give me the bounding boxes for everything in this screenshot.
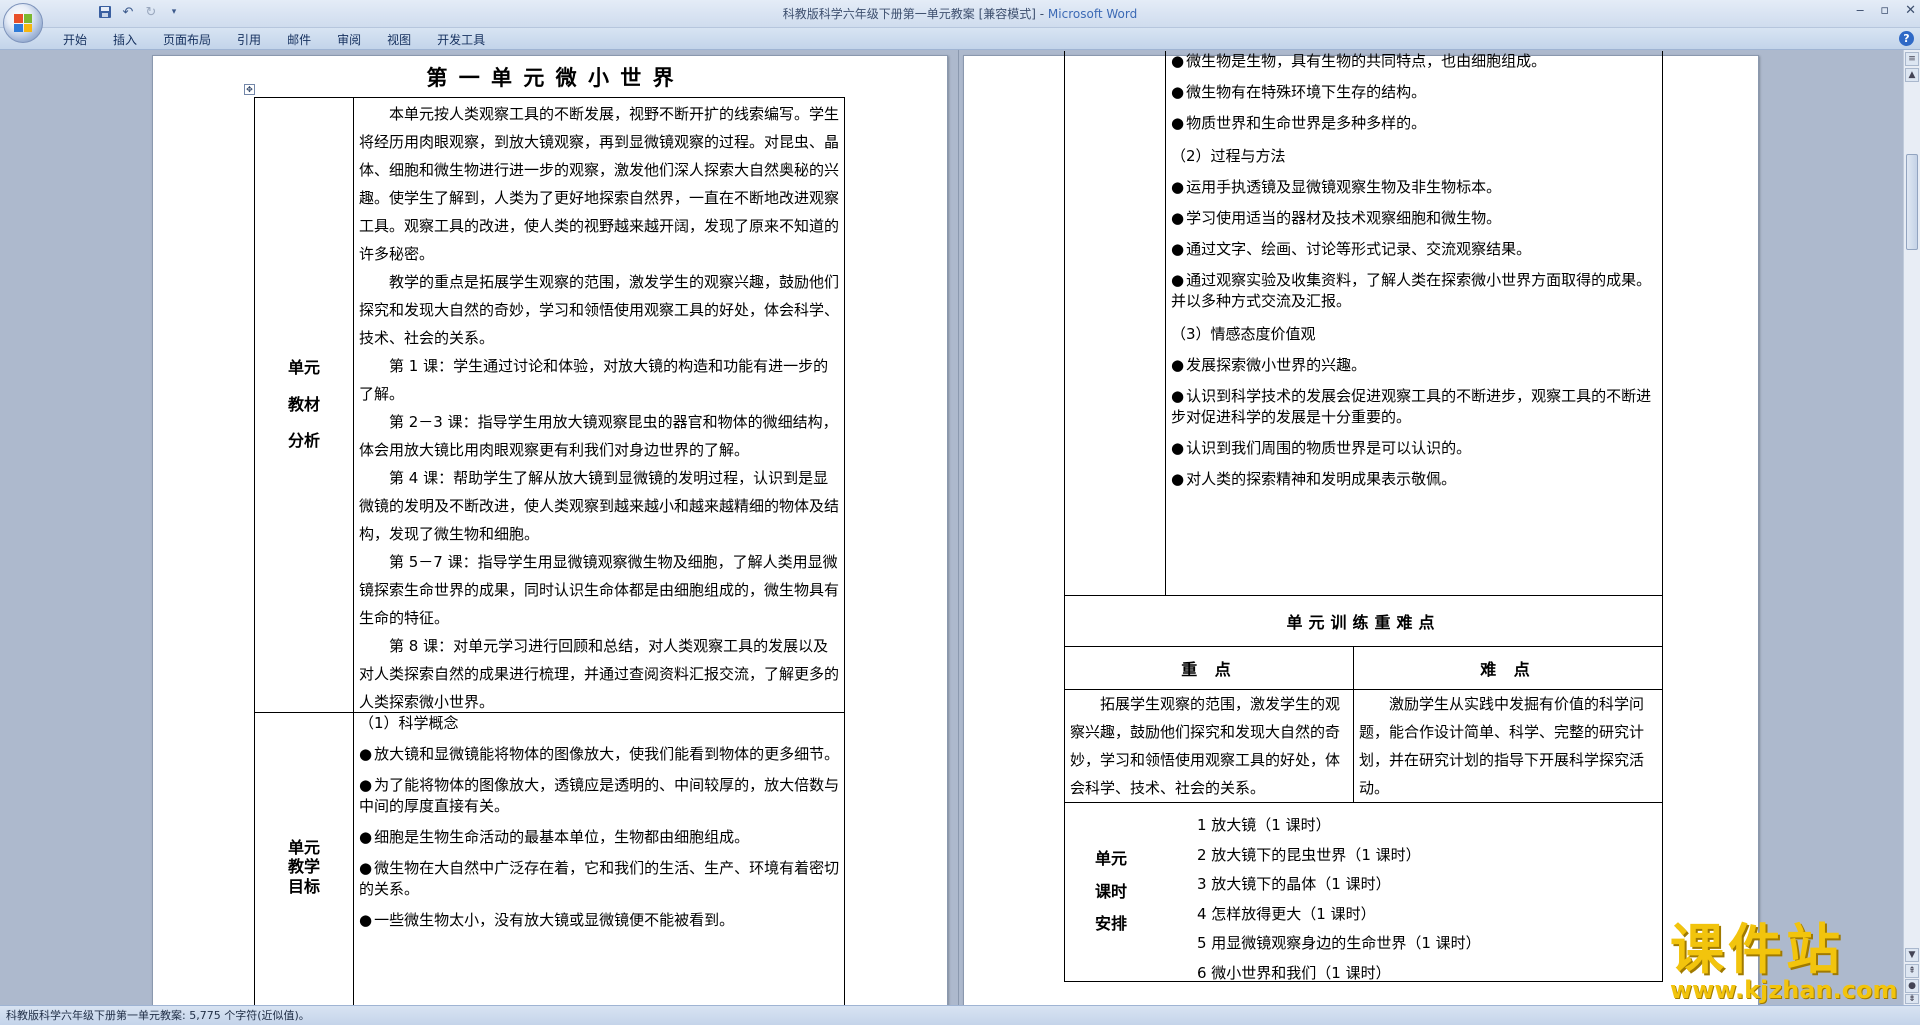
goals-section-heading: （3）情感态度价值观 (1171, 325, 1316, 343)
title-bar: ↶ ↻ ▾ 科教版科学六年级下册第一单元教案 [兼容模式] - Microsof… (0, 0, 1920, 28)
goal-bullet: 微生物是生物，具有生物的共同特点，也由细胞组成。 (1171, 51, 1659, 72)
tab-home[interactable]: 开始 (50, 31, 100, 49)
goal-bullet: 学习使用适当的器材及技术观察细胞和微生物。 (1171, 208, 1659, 229)
schedule-item: 5 用显微镜观察身边的生命世界（1 课时） (1197, 934, 1481, 952)
analysis-paragraph: 第 5－7 课：指导学生用显微镜观察微生物及细胞，了解人类用显微镜探索生命世界的… (359, 553, 840, 627)
goal-bullet: 为了能将物体的图像放大，透镜应是透明的、中间较厚的，放大倍数与中间的厚度直接有关… (359, 775, 841, 817)
difficult-points-header: 难 点 (1353, 646, 1663, 690)
ribbon-tabs: 开始 插入 页面布局 引用 邮件 审阅 视图 开发工具 ? (0, 28, 1920, 50)
analysis-paragraph: 第 1 课：学生通过讨论和体验，对放大镜的构造和功能有进一步的了解。 (359, 357, 829, 403)
tab-insert[interactable]: 插入 (100, 31, 150, 49)
analysis-paragraph: 第 8 课：对单元学习进行回顾和总结，对人类观察工具的发展以及对人类探索自然的成… (359, 637, 840, 711)
scroll-down-icon[interactable]: ▼ (1905, 948, 1919, 962)
tab-references[interactable]: 引用 (224, 31, 274, 49)
next-page-icon[interactable]: ⇟ (1905, 994, 1919, 1004)
goals-section-heading: （2）过程与方法 (1171, 147, 1286, 165)
vertical-scrollbar[interactable]: ≡ ▲ ▼ ⇞ ● ⇟ (1903, 50, 1920, 1005)
maximize-button[interactable]: ▫ (1880, 3, 1889, 18)
goal-bullet: 认识到我们周围的物质世界是可以认识的。 (1171, 438, 1659, 459)
difficult-points-cell[interactable]: 激励学生从实践中发掘有价值的科学问题，能合作设计简单、科学、完整的研究计划，并在… (1353, 689, 1663, 803)
office-button[interactable] (3, 3, 43, 43)
goals-content-cell[interactable]: （1）科学概念 放大镜和显微镜能将物体的图像放大，使我们能看到物体的更多细节。 … (353, 712, 845, 1005)
goal-bullet: 对人类的探索精神和发明成果表示敬佩。 (1171, 469, 1659, 490)
schedule-item: 3 放大镜下的晶体（1 课时） (1197, 875, 1391, 893)
schedule-item: 6 微小世界和我们（1 课时） (1197, 963, 1391, 982)
page-left: 第 一 单 元 微 小 世 界 ✥ 单元 教材 分析 本单元按人类观察工具的不断… (152, 55, 948, 1005)
tab-page-layout[interactable]: 页面布局 (150, 31, 224, 49)
goal-bullet: 微生物在大自然中广泛存在着，它和我们的生活、生产、环境有着密切的关系。 (359, 858, 841, 900)
difficulty-title: 单元训练重难点 (1064, 595, 1663, 647)
analysis-paragraph: 本单元按人类观察工具的不断发展，视野不断开扩的线索编写。学生将经历用肉眼观察，到… (359, 105, 840, 263)
site-watermark: 课件站 www.kjzhan.com (1670, 918, 1900, 1004)
word-count-status[interactable]: 科教版科学六年级下册第一单元教案: 5,775 个字符(近似值)。 (6, 1009, 310, 1022)
analysis-paragraph: 第 4 课：帮助学生了解从放大镜到显微镜的发明过程，认识到是显微镜的发明及不断改… (359, 469, 840, 543)
watermark-url: www.kjzhan.com (1670, 976, 1898, 1004)
goals-section-heading: （1）科学概念 (359, 714, 459, 732)
page-title: 第 一 单 元 微 小 世 界 (426, 65, 676, 90)
scroll-up-icon[interactable]: ▲ (1905, 68, 1919, 82)
window-title: 科教版科学六年级下册第一单元教案 [兼容模式] - Microsoft Word (782, 7, 1138, 21)
page-right: 微生物是生物，具有生物的共同特点，也由细胞组成。 微生物有在特殊环境下生存的结构… (963, 51, 1759, 1005)
goal-bullet: 细胞是生物生命活动的最基本单位，生物都由细胞组成。 (359, 827, 841, 848)
analysis-paragraph: 教学的重点是拓展学生观察的范围，激发学生的观察兴趣，鼓励他们探究和发现大自然的奇… (359, 273, 840, 347)
goal-bullet: 通过观察实验及收集资料，了解人类在探索微小世界方面取得的成果。并以多种方式交流及… (1171, 270, 1659, 312)
document-workspace: 第 一 单 元 微 小 世 界 ✥ 单元 教材 分析 本单元按人类观察工具的不断… (0, 50, 1903, 1005)
goal-bullet: 物质世界和生命世界是多种多样的。 (1171, 113, 1659, 134)
table-move-handle-icon[interactable]: ✥ (244, 84, 255, 95)
goals-label-cell: 单元 教学 目标 (254, 712, 354, 1005)
watermark-logo: 课件站 (1670, 918, 1844, 981)
tab-view[interactable]: 视图 (374, 31, 424, 49)
goal-bullet: 认识到科学技术的发展会促进观察工具的不断进步，观察工具的不断进步对促进科学的发展… (1171, 386, 1659, 428)
key-points-text: 拓展学生观察的范围，激发学生的观察兴趣，鼓励他们探究和发现大自然的奇妙，学习和领… (1070, 695, 1341, 797)
tab-mailings[interactable]: 邮件 (274, 31, 324, 49)
key-points-header: 重 点 (1064, 646, 1354, 690)
close-button[interactable]: ✕ (1905, 3, 1916, 18)
goal-bullet: 发展探索微小世界的兴趣。 (1171, 355, 1659, 376)
goals-content-cell-continued[interactable]: 微生物是生物，具有生物的共同特点，也由细胞组成。 微生物有在特殊环境下生存的结构… (1165, 51, 1663, 596)
tab-review[interactable]: 审阅 (324, 31, 374, 49)
minimize-button[interactable]: ‒ (1856, 3, 1864, 18)
schedule-list: 1 放大镜（1 课时） 2 放大镜下的昆虫世界（1 课时） 3 放大镜下的晶体（… (1197, 811, 1481, 988)
previous-page-icon[interactable]: ⇞ (1905, 964, 1919, 978)
goal-bullet: 通过文字、绘画、讨论等形式记录、交流观察结果。 (1171, 239, 1659, 260)
difficult-points-text: 激励学生从实践中发掘有价值的科学问题，能合作设计简单、科学、完整的研究计划，并在… (1359, 695, 1645, 797)
schedule-item: 1 放大镜（1 课时） (1197, 816, 1331, 834)
help-icon[interactable]: ? (1899, 31, 1914, 46)
goal-bullet: 运用手执透镜及显微镜观察生物及非生物标本。 (1171, 177, 1659, 198)
window-controls: ‒ ▫ ✕ (1856, 3, 1916, 18)
goal-bullet: 一些微生物太小，没有放大镜或显微镜便不能被看到。 (359, 910, 841, 931)
goal-bullet: 微生物有在特殊环境下生存的结构。 (1171, 82, 1659, 103)
ruler-toggle-icon[interactable]: ≡ (1905, 52, 1919, 66)
key-points-cell[interactable]: 拓展学生观察的范围，激发学生的观察兴趣，鼓励他们探究和发现大自然的奇妙，学习和领… (1064, 689, 1354, 803)
tab-developer[interactable]: 开发工具 (424, 31, 498, 49)
office-logo-icon (14, 14, 32, 32)
analysis-content-cell[interactable]: 本单元按人类观察工具的不断发展，视野不断开扩的线索编写。学生将经历用肉眼观察，到… (353, 97, 845, 713)
scrollbar-thumb[interactable] (1906, 154, 1918, 250)
schedule-item: 2 放大镜下的昆虫世界（1 课时） (1197, 845, 1421, 864)
schedule-item: 4 怎样放得更大（1 课时） (1197, 904, 1376, 923)
schedule-cell[interactable]: 单元 课时 安排 1 放大镜（1 课时） 2 放大镜下的昆虫世界（1 课时） 3… (1064, 802, 1663, 982)
status-bar: 科教版科学六年级下册第一单元教案: 5,775 个字符(近似值)。 (0, 1005, 1920, 1025)
split-divider (958, 50, 959, 1005)
analysis-paragraph: 第 2－3 课：指导学生用放大镜观察昆虫的器官和物体的微细结构，体会用放大镜比用… (359, 413, 838, 459)
goals-label-cell-continued (1064, 51, 1166, 596)
analysis-label-cell: 单元 教材 分析 (254, 97, 354, 713)
browse-object-icon[interactable]: ● (1905, 979, 1919, 993)
goal-bullet: 放大镜和显微镜能将物体的图像放大，使我们能看到物体的更多细节。 (359, 744, 841, 765)
